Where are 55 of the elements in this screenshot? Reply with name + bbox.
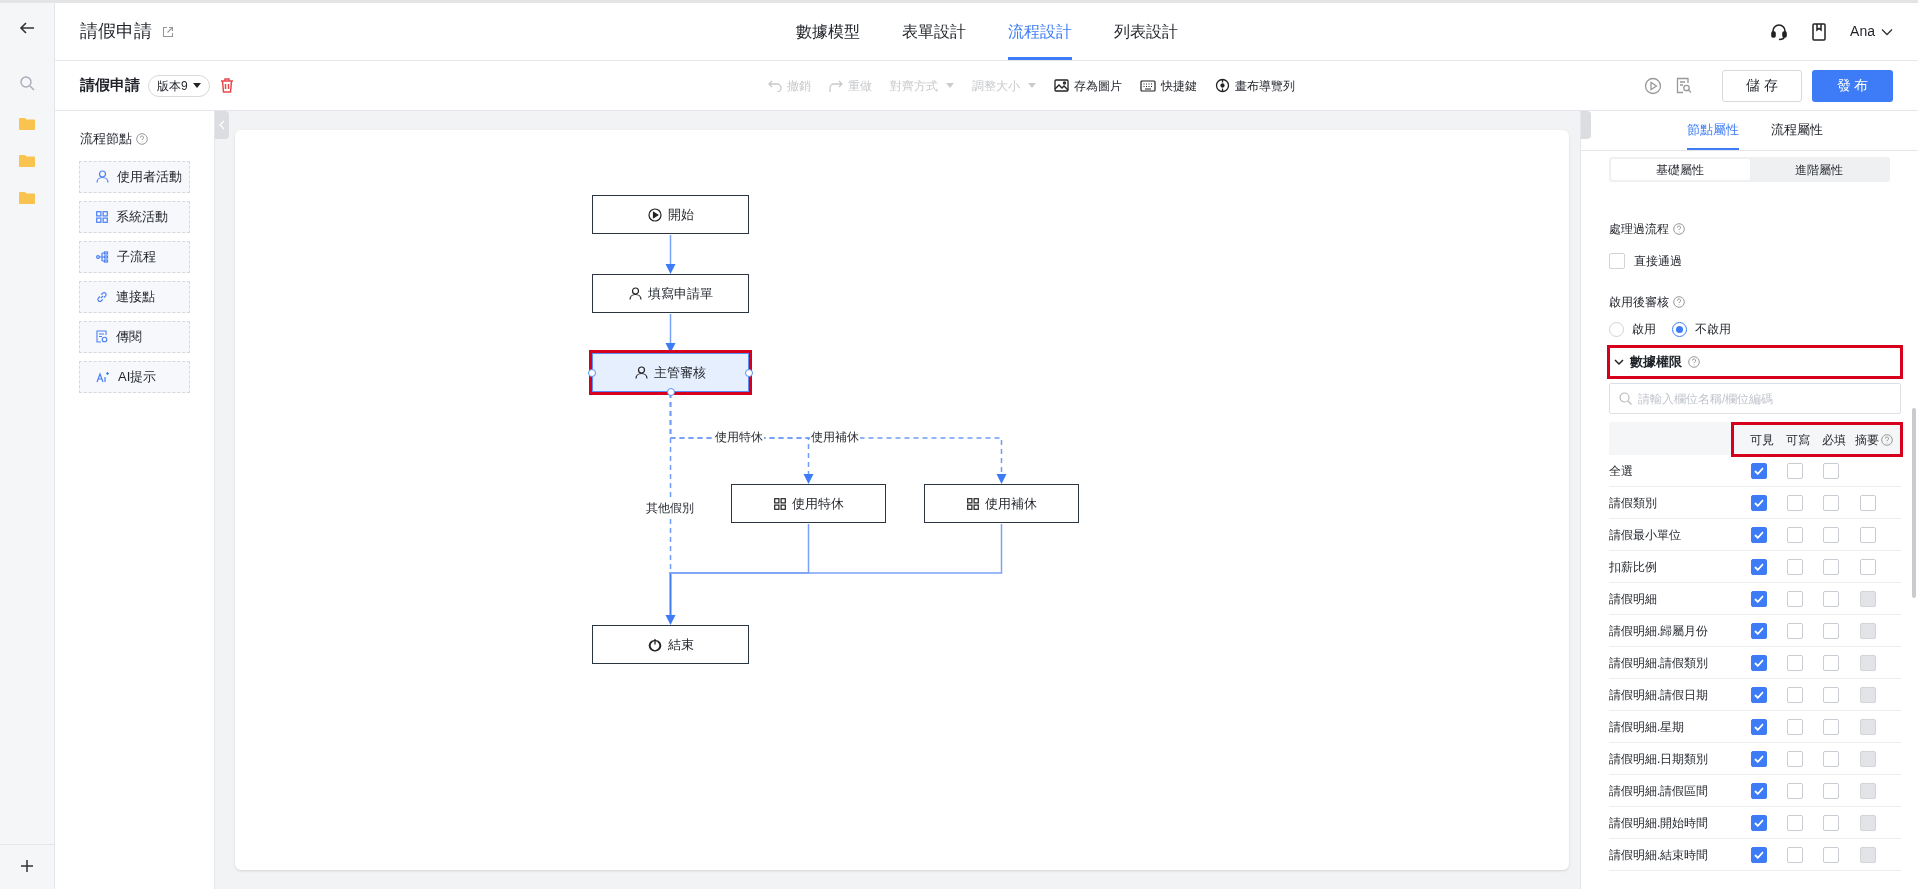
segment-tab[interactable]: 進階屬性 [1749,159,1888,180]
field-name: 扣薪比例 [1609,558,1658,576]
field-name: 請假明細.請假日期 [1609,686,1710,704]
flow-node[interactable]: 使用補休 [924,484,1079,523]
flow-title: 請假申請 [80,75,140,96]
field-name: 請假類別 [1609,494,1658,512]
edge-label: 使用特休 [714,428,764,446]
nav-tab[interactable]: 數據模型 [795,3,860,60]
nav-tab[interactable]: 表單設計 [901,3,966,60]
segment-tab[interactable]: 基礎屬性 [1611,159,1750,180]
nav-tab[interactable]: 流程設計 [1007,3,1072,60]
flow-node[interactable]: 填寫申請單 [592,274,749,313]
app-title: 請假申請 [80,20,152,43]
radio-label: 不啟用 [1695,321,1731,338]
column-header: 可寫 [1785,431,1811,449]
edge-label: 其他假別 [645,499,695,517]
radio-label: 啟用 [1632,321,1656,338]
column-header: 必填 [1821,431,1847,449]
field-name: 請假明細.開始時間 [1609,814,1710,832]
panel-tab[interactable]: 節點屬性 [1686,111,1739,150]
edge-label: 使用補休 [810,428,860,446]
field-name: 請假明細.結束時間 [1609,846,1710,864]
panel-tab[interactable]: 流程屬性 [1770,111,1823,150]
toolbar-button[interactable]: 快捷鍵 [1140,76,1197,95]
palette-item[interactable]: 系統活動 [79,200,190,233]
flow-node[interactable]: 主管審核 [592,353,749,392]
palette-item[interactable]: 傳閱 [79,320,190,353]
field-name: 請假最小單位 [1609,526,1682,544]
toolbar-button[interactable]: 畫布導覽列 [1215,76,1295,95]
field-label: 啟用後審核 [1609,294,1669,311]
section-title: 數據權限 [1630,353,1682,372]
flow-node[interactable]: 開始 [592,195,749,234]
column-header: 摘要 [1855,431,1879,449]
nav-tab[interactable]: 列表設計 [1113,3,1178,60]
flow-node[interactable]: 使用特休 [731,484,886,523]
field-name: 請假明細 [1609,590,1658,608]
panel-title: 流程節點 [80,130,132,148]
palette-item[interactable]: AI提示 [79,360,190,393]
field-name: 請假明細.歸屬月份 [1609,622,1710,640]
field-name: 請假明細.請假類別 [1609,654,1710,672]
field-name: 全選 [1609,462,1634,480]
toolbar-button[interactable]: 存為圖片 [1054,76,1122,95]
palette-item[interactable]: 子流程 [79,240,190,273]
save-button[interactable]: 儲 存 [1722,69,1802,102]
column-header: 可見 [1749,431,1775,449]
palette-item[interactable]: 連接點 [79,280,190,313]
field-label: 處理過流程 [1609,221,1669,238]
field-name: 請假明細.星期 [1609,718,1686,736]
field-name: 請假明細.日期類別 [1609,750,1710,768]
field-name: 請假明細.請假區間 [1609,782,1710,800]
publish-button[interactable]: 發 布 [1812,69,1893,102]
checkbox-label: 直接通過 [1634,253,1682,270]
flow-node[interactable]: 結束 [592,625,749,664]
palette-item[interactable]: 使用者活動 [79,160,190,193]
user-menu[interactable]: Ana [1850,21,1893,42]
